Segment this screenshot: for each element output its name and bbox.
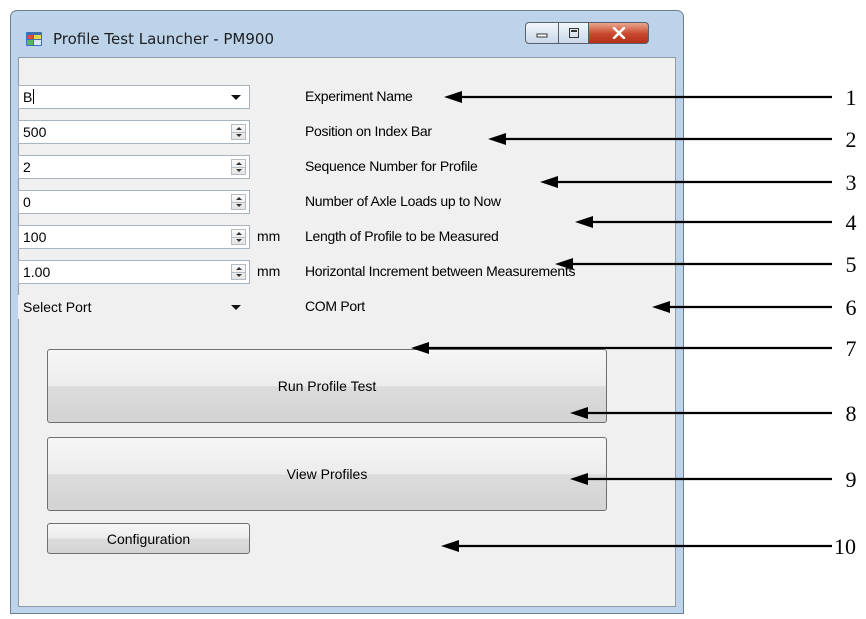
callout-number-4: 4: [845, 210, 857, 235]
callout-number-2: 2: [845, 127, 857, 152]
callout-arrow-10: [441, 540, 832, 552]
callout-number-9: 9: [845, 467, 857, 492]
callout-number-7: 7: [845, 336, 857, 361]
callout-arrow-6: [652, 301, 832, 313]
callout-arrow-7: [411, 342, 832, 354]
callout-arrows: [411, 91, 832, 552]
callout-arrow-2: [488, 133, 832, 145]
callout-number-1: 1: [845, 85, 857, 110]
callout-arrow-9: [570, 473, 832, 485]
callout-arrow-3: [540, 176, 832, 188]
callout-number-10: 10: [834, 534, 856, 559]
callout-number-5: 5: [845, 252, 857, 277]
callout-number-6: 6: [845, 295, 857, 320]
callout-arrow-4: [575, 216, 832, 228]
callout-number-8: 8: [845, 401, 857, 426]
callout-number-3: 3: [845, 170, 857, 195]
callout-arrow-8: [570, 407, 832, 419]
callout-arrow-1: [444, 91, 832, 103]
callout-arrow-5: [555, 258, 832, 270]
